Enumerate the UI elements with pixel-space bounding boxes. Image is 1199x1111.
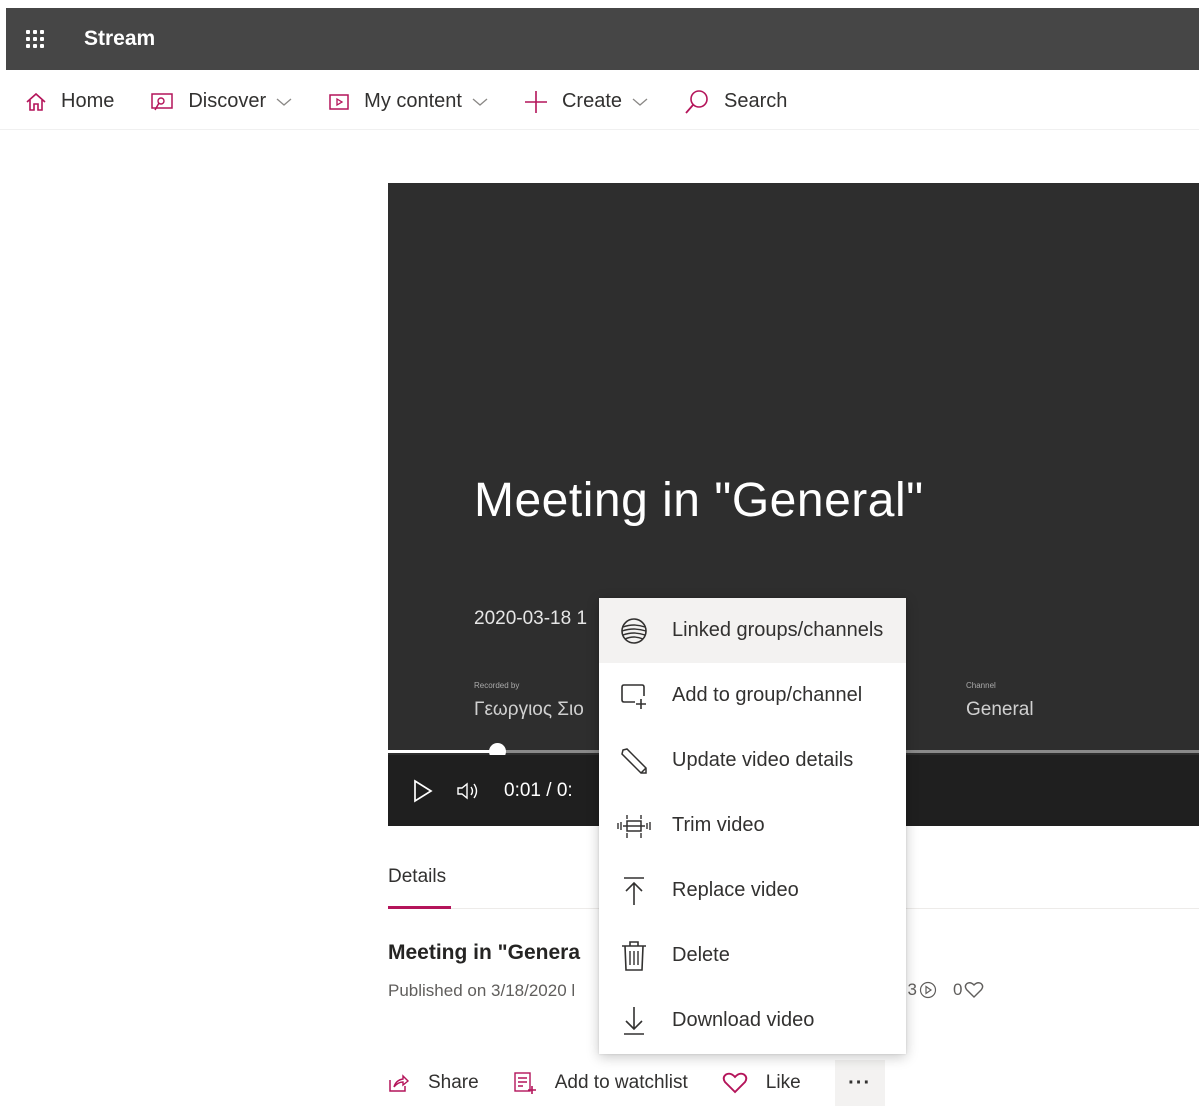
trash-icon [617, 939, 651, 973]
video-icon [329, 93, 349, 110]
slide-title: Meeting in "General" [474, 474, 924, 527]
chevron-down-icon [472, 98, 488, 106]
menu-item-label: Update video details [672, 749, 854, 771]
menu-item-linked-groups[interactable]: Linked groups/channels [599, 598, 906, 663]
play-button[interactable] [412, 778, 434, 803]
menu-item-label: Download video [672, 1009, 815, 1031]
menu-item-label: Add to group/channel [672, 684, 863, 706]
menu-item-download-video[interactable]: Download video [599, 988, 906, 1053]
nav-discover-label: Discover [188, 90, 267, 112]
recorded-by-name: Γεωργιος Σιο [474, 699, 584, 720]
menu-item-label: Replace video [672, 879, 799, 901]
share-icon [389, 1074, 410, 1092]
discover-icon [151, 92, 174, 110]
menu-item-label: Linked groups/channels [672, 619, 884, 641]
home-icon [26, 92, 46, 111]
nav-create-label: Create [561, 90, 623, 112]
nav-home-label: Home [61, 90, 115, 112]
tab-active-indicator [388, 906, 451, 909]
nav-discover[interactable]: Discover [150, 90, 292, 113]
more-options-button[interactable]: ··· [834, 1060, 885, 1106]
pencil-icon [617, 744, 651, 778]
like-count: 0 [953, 980, 984, 1000]
menu-item-label: Delete [672, 944, 730, 966]
download-icon [617, 1004, 651, 1038]
main-nav: Home Discover My content Create Search [0, 74, 1199, 130]
published-date: Published on 3/18/2020 l [388, 981, 576, 1000]
like-button[interactable]: Like [722, 1072, 801, 1094]
menu-item-delete[interactable]: Delete [599, 923, 906, 988]
more-icon: ··· [848, 1071, 872, 1094]
menu-item-update-details[interactable]: Update video details [599, 728, 906, 793]
add-to-watchlist-button[interactable]: Add to watchlist [513, 1071, 688, 1095]
app-name[interactable]: Stream [84, 27, 155, 51]
volume-button[interactable] [456, 781, 482, 801]
play-icon [414, 778, 433, 803]
waffle-icon [26, 30, 44, 48]
add-to-watchlist-label: Add to watchlist [554, 1072, 688, 1093]
view-count-value: 3 [907, 980, 917, 999]
play-circle-icon [919, 981, 937, 999]
menu-item-add-to-group[interactable]: Add to group/channel [599, 663, 906, 728]
plus-icon [524, 90, 547, 113]
more-options-menu: Linked groups/channels Add to group/chan… [599, 598, 906, 1054]
heart-icon [965, 982, 984, 998]
menu-item-trim-video[interactable]: Trim video [599, 793, 906, 858]
menu-item-replace-video[interactable]: Replace video [599, 858, 906, 923]
share-button[interactable]: Share [388, 1072, 479, 1094]
menu-item-label: Trim video [672, 814, 765, 836]
nav-search[interactable]: Search [684, 89, 787, 115]
upload-icon [617, 874, 651, 908]
slide-date: 2020-03-18 1 [474, 608, 588, 629]
chevron-down-icon [276, 98, 292, 106]
tab-details[interactable]: Details [388, 866, 446, 888]
chevron-down-icon [632, 98, 648, 106]
progress-fill [388, 750, 498, 753]
recorded-by-label: Recorded by [474, 681, 520, 690]
nav-my-content[interactable]: My content [328, 90, 488, 113]
heart-icon [722, 1072, 747, 1094]
view-count: 3 [907, 980, 937, 1000]
video-title: Meeting in "Genera [388, 941, 580, 964]
share-label: Share [428, 1072, 479, 1093]
nav-search-label: Search [724, 90, 788, 112]
search-icon [685, 89, 708, 114]
like-label: Like [765, 1072, 801, 1093]
nav-my-content-label: My content [364, 90, 462, 112]
trim-icon [617, 809, 651, 843]
add-to-group-icon [617, 679, 651, 713]
time-display: 0:01 / 0: [504, 779, 573, 801]
action-bar: Share Add to watchlist Like ··· [388, 1060, 885, 1106]
nav-create[interactable]: Create [524, 90, 648, 114]
nav-home[interactable]: Home [25, 90, 114, 113]
watchlist-icon [514, 1072, 536, 1094]
globe-icon [617, 614, 651, 648]
volume-icon [457, 782, 478, 799]
channel-name: General [966, 699, 1034, 720]
like-count-value: 0 [952, 980, 963, 999]
suite-header: Stream [6, 8, 1199, 70]
app-launcher-button[interactable] [6, 13, 64, 65]
channel-label: Channel [966, 681, 996, 690]
